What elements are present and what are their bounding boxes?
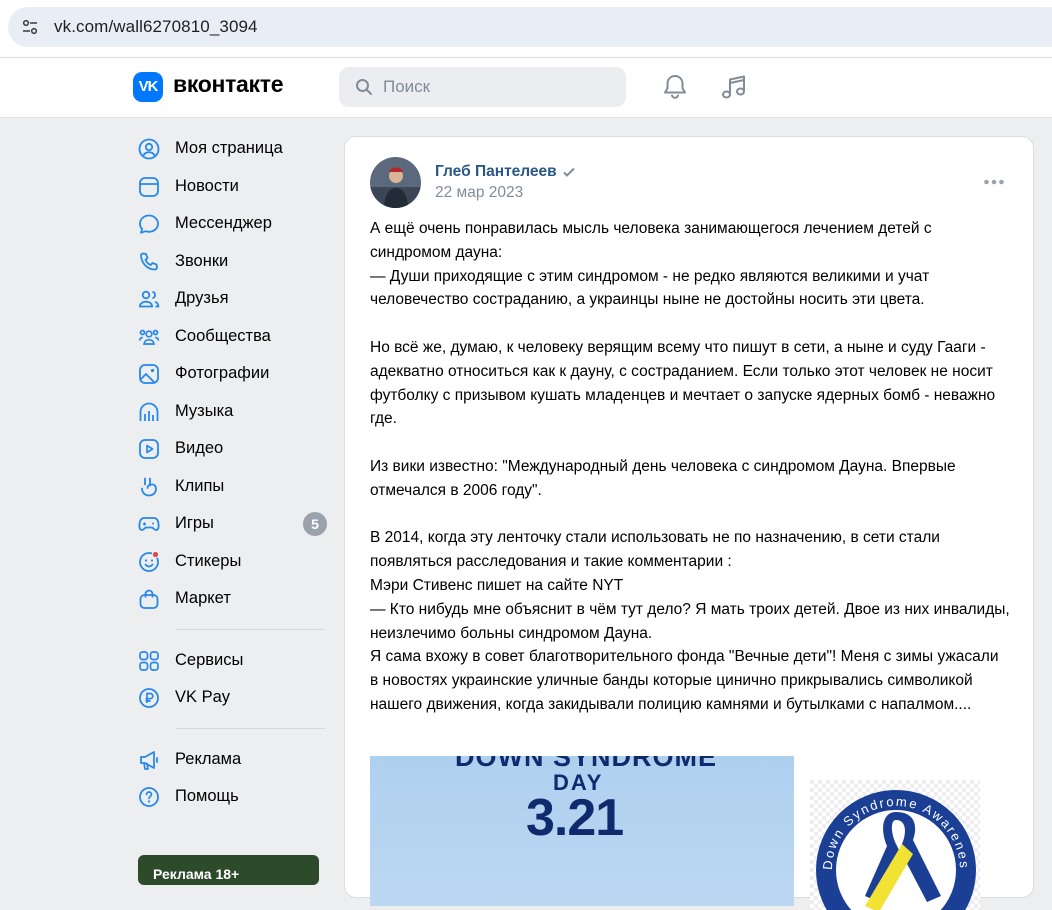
- sidebar-item-video[interactable]: Видео: [132, 430, 332, 468]
- games-icon: [138, 517, 160, 531]
- post-line: Но всё же, думаю, к человеку верящим все…: [370, 338, 996, 428]
- sidebar-item-stickers[interactable]: Стикеры: [132, 543, 332, 581]
- image-text-date: 3.21: [526, 789, 624, 847]
- verified-check-icon: [563, 167, 575, 177]
- sidebar-divider: [176, 628, 325, 630]
- services-icon: [139, 650, 159, 671]
- sidebar-item-ads[interactable]: Реклама: [132, 741, 332, 779]
- post-line: Мэри Стивенс пишет на сайте NYT: [370, 576, 624, 594]
- sidebar-item-label: Стикеры: [175, 551, 242, 570]
- clips-icon: [141, 477, 157, 496]
- avatar[interactable]: [370, 157, 421, 208]
- vk-header: VK вконтакте: [0, 58, 1052, 118]
- message-icon: [139, 214, 159, 234]
- ad-banner[interactable]: Реклама 18+: [138, 855, 319, 885]
- help-icon: [139, 787, 159, 807]
- video-icon: [139, 439, 159, 459]
- post-line: Я сама вхожу в совет благотворительного …: [370, 648, 999, 713]
- sidebar-item-clips[interactable]: Клипы: [132, 468, 332, 506]
- sidebar-item-music[interactable]: Музыка: [132, 393, 332, 431]
- browser-address-bar: vk.com/wall6270810_3094: [0, 0, 1052, 58]
- post-author[interactable]: Глеб Пантелеев: [435, 163, 557, 181]
- sidebar-item-my-page[interactable]: Моя страница: [132, 130, 332, 168]
- music-note-icon[interactable]: [718, 71, 750, 103]
- sidebar-item-label: Мессенджер: [175, 214, 272, 232]
- music-icon: [139, 402, 159, 421]
- sidebar-item-news[interactable]: Новости: [132, 168, 332, 206]
- url-text[interactable]: vk.com/wall6270810_3094: [54, 17, 258, 37]
- post-line: — Души приходящие с этим синдромом - не …: [370, 267, 930, 309]
- sidebar-item-label: Помощь: [175, 787, 239, 805]
- sidebar-item-communities[interactable]: Сообщества: [132, 318, 332, 356]
- sidebar-item-label: Новости: [175, 176, 239, 195]
- post-image-awareness-ribbon[interactable]: Down Syndrome Awareness: [810, 780, 980, 910]
- post-image-down-syndrome-day[interactable]: DOWN SYNDROME DAY 3.21: [370, 756, 794, 906]
- vkpay-icon: [139, 688, 159, 708]
- sticker-icon: [139, 550, 160, 572]
- post-text: А ещё очень понравилась мысль человека з…: [370, 217, 1010, 717]
- communities-icon: [138, 329, 160, 345]
- market-icon: [139, 589, 159, 609]
- search-icon: [356, 79, 372, 95]
- user-circle-icon: [138, 138, 160, 160]
- sidebar-item-games[interactable]: Игры 5: [132, 505, 332, 543]
- sidebar-item-label: Музыка: [175, 401, 234, 420]
- sidebar-item-label: Игры: [175, 514, 214, 532]
- vk-logo-icon[interactable]: VK: [133, 72, 163, 102]
- post-line: — Кто нибудь мне объяснит в чём тут дело…: [370, 600, 1010, 642]
- site-settings-icon[interactable]: [21, 18, 39, 36]
- news-icon: [139, 176, 159, 197]
- more-options-icon[interactable]: [983, 178, 1005, 186]
- photo-icon: [139, 364, 159, 384]
- wall-post: Глеб Пантелеев 22 мар 2023 А ещё очень п…: [344, 136, 1034, 910]
- sidebar-item-services[interactable]: Сервисы: [132, 642, 332, 680]
- sidebar-item-friends[interactable]: Друзья: [132, 280, 332, 318]
- games-count-badge: 5: [303, 512, 327, 536]
- left-sidebar: Моя страница Новости Мессенджер Звонки Д…: [132, 130, 332, 816]
- sidebar-item-label: Друзья: [175, 289, 229, 307]
- post-line: Из вики известно: "Международный день че…: [370, 457, 956, 499]
- url-box[interactable]: vk.com/wall6270810_3094: [8, 7, 1052, 47]
- vk-logo-text[interactable]: вконтакте: [173, 71, 284, 98]
- search-input[interactable]: [383, 75, 603, 99]
- friends-icon: [138, 290, 160, 308]
- sidebar-item-label: Реклама: [175, 749, 242, 768]
- sidebar-item-label: Видео: [175, 439, 224, 457]
- phone-icon: [140, 252, 158, 270]
- sidebar-item-photos[interactable]: Фотографии: [132, 355, 332, 393]
- megaphone-icon: [140, 750, 158, 770]
- sidebar-item-label: Сообщества: [175, 326, 271, 345]
- sidebar-item-label: Маркет: [175, 589, 231, 607]
- post-date[interactable]: 22 мар 2023: [435, 184, 523, 202]
- sidebar-item-messenger[interactable]: Мессенджер: [132, 205, 332, 243]
- sidebar-item-label: Клипы: [175, 476, 225, 495]
- sidebar-item-vk-pay[interactable]: VK Pay: [132, 679, 332, 717]
- sidebar-item-market[interactable]: Маркет: [132, 580, 332, 618]
- sidebar-item-label: Сервисы: [175, 650, 244, 669]
- sidebar-divider: [176, 727, 325, 729]
- sidebar-item-label: VK Pay: [175, 688, 231, 706]
- ad-banner-label: Реклама 18+: [153, 866, 240, 882]
- sidebar-item-help[interactable]: Помощь: [132, 778, 332, 816]
- search-box[interactable]: [339, 67, 626, 107]
- sidebar-item-label: Моя страница: [175, 139, 283, 157]
- post-line: А ещё очень понравилась мысль человека з…: [370, 220, 932, 261]
- bell-icon[interactable]: [659, 71, 691, 103]
- post-line: В 2014, когда эту ленточку стали использ…: [370, 529, 940, 571]
- sidebar-item-label: Фотографии: [175, 364, 270, 382]
- sidebar-item-label: Звонки: [175, 251, 229, 270]
- sidebar-item-calls[interactable]: Звонки: [132, 243, 332, 281]
